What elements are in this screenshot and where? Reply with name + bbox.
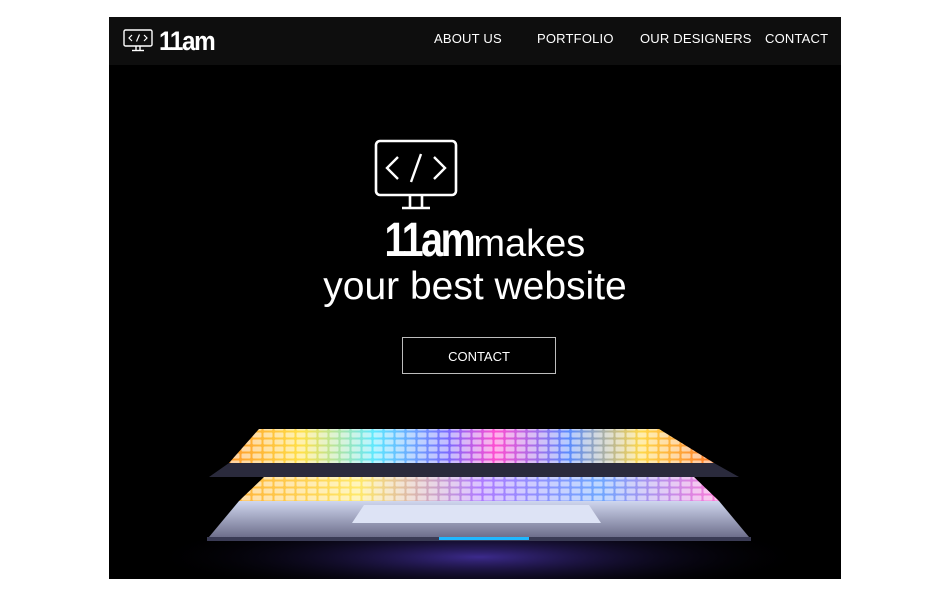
navbar: 11am ABOUT US PORTFOLIO OUR DESIGNERS CO… bbox=[109, 17, 841, 65]
code-monitor-icon bbox=[374, 139, 458, 210]
nav-about-us[interactable]: ABOUT US bbox=[434, 17, 502, 61]
nav-contact[interactable]: CONTACT bbox=[765, 17, 828, 61]
hero-headline-line1: 11am makes bbox=[109, 213, 841, 268]
logo[interactable]: 11am bbox=[123, 25, 221, 57]
nav-portfolio[interactable]: PORTFOLIO bbox=[537, 17, 614, 61]
contact-button[interactable]: CONTACT bbox=[402, 337, 556, 374]
hero-brand: 11am bbox=[384, 214, 475, 267]
brand-name: 11am bbox=[159, 25, 216, 56]
nav-our-designers[interactable]: OUR DESIGNERS bbox=[640, 17, 752, 61]
hero-stage: 11am ABOUT US PORTFOLIO OUR DESIGNERS CO… bbox=[109, 17, 841, 579]
laptop-image bbox=[149, 429, 809, 579]
code-monitor-icon bbox=[123, 29, 153, 52]
hero-headline-line2: your best website bbox=[323, 265, 627, 308]
hero-headline-word: makes bbox=[473, 223, 586, 265]
